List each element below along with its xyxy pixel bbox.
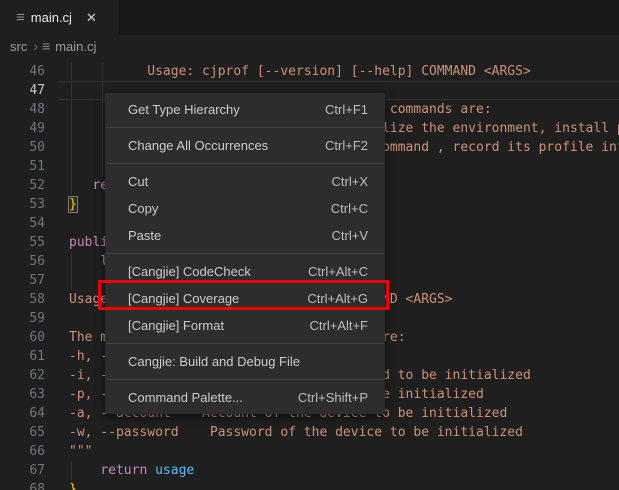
menu-item-command-palette[interactable]: Command Palette...Ctrl+Shift+P xyxy=(105,384,385,411)
menu-item-cut[interactable]: CutCtrl+X xyxy=(105,168,385,195)
menu-item-change-all-occurrences[interactable]: Change All OccurrencesCtrl+F2 xyxy=(105,132,385,159)
vscode-editor-window: ≡ main.cj ✕ src › ≡ main.cj 46 Usage: cj… xyxy=(0,0,619,490)
context-menu: Get Type HierarchyCtrl+F1 Change All Occu… xyxy=(105,93,385,414)
line-number[interactable]: 52 xyxy=(0,176,45,195)
code-line-65[interactable]: 65 -w, --password Password of the device … xyxy=(0,423,619,442)
code-text[interactable]: } xyxy=(69,480,77,490)
menu-item-label: Copy xyxy=(128,201,331,216)
file-icon: ≡ xyxy=(16,10,25,25)
line-number[interactable]: 47 xyxy=(0,81,45,100)
code-text[interactable]: """ xyxy=(69,442,92,461)
tab-main-cj[interactable]: ≡ main.cj ✕ xyxy=(0,0,118,35)
menu-separator xyxy=(106,127,384,128)
breadcrumb-folder[interactable]: src xyxy=(10,39,27,54)
code-line-66[interactable]: 66 """ xyxy=(0,442,619,461)
menu-item-label: [Cangjie] CodeCheck xyxy=(128,264,308,279)
line-number[interactable]: 57 xyxy=(0,271,45,290)
menu-item-label: Change All Occurrences xyxy=(128,138,325,153)
code-text[interactable]: return usage xyxy=(69,461,194,480)
code-line-68[interactable]: 68} xyxy=(0,480,619,490)
file-icon: ≡ xyxy=(42,39,50,53)
menu-item-paste[interactable]: PasteCtrl+V xyxy=(105,222,385,249)
tab-label: main.cj xyxy=(31,10,72,25)
line-number[interactable]: 62 xyxy=(0,366,45,385)
menu-item-cangjie-codecheck[interactable]: [Cangjie] CodeCheckCtrl+Alt+C xyxy=(105,258,385,285)
menu-item-cangjie-format[interactable]: [Cangjie] FormatCtrl+Alt+F xyxy=(105,312,385,339)
line-number[interactable]: 61 xyxy=(0,347,45,366)
code-text[interactable]: Usage: cjprof [--version] [--help] COMMA… xyxy=(69,62,531,81)
menu-item-shortcut: Ctrl+Shift+P xyxy=(298,390,368,405)
line-number[interactable]: 55 xyxy=(0,233,45,252)
menu-item-shortcut: Ctrl+Alt+F xyxy=(309,318,368,333)
menu-separator xyxy=(106,253,384,254)
menu-item-cangjie-build-and-debug-file[interactable]: Cangjie: Build and Debug File xyxy=(105,348,385,375)
breadcrumb: src › ≡ main.cj xyxy=(0,35,619,57)
close-tab-icon[interactable]: ✕ xyxy=(86,10,97,26)
breadcrumb-file[interactable]: main.cj xyxy=(55,39,96,54)
line-number[interactable]: 51 xyxy=(0,157,45,176)
line-number[interactable]: 64 xyxy=(0,404,45,423)
chevron-right-icon: › xyxy=(33,38,38,54)
menu-item-label: [Cangjie] Format xyxy=(128,318,309,333)
menu-item-shortcut: Ctrl+V xyxy=(332,228,368,243)
line-number[interactable]: 58 xyxy=(0,290,45,309)
menu-item-label: Cut xyxy=(128,174,332,189)
menu-item-shortcut: Ctrl+F2 xyxy=(325,138,368,153)
menu-item-cangjie-coverage[interactable]: [Cangjie] CoverageCtrl+Alt+G xyxy=(105,285,385,312)
line-number[interactable]: 56 xyxy=(0,252,45,271)
menu-item-label: Paste xyxy=(128,228,332,243)
menu-item-shortcut: Ctrl+X xyxy=(332,174,368,189)
menu-separator xyxy=(106,379,384,380)
line-number[interactable]: 49 xyxy=(0,119,45,138)
line-number[interactable]: 66 xyxy=(0,442,45,461)
menu-item-label: Command Palette... xyxy=(128,390,298,405)
line-number[interactable]: 46 xyxy=(0,62,45,81)
tab-bar: ≡ main.cj ✕ xyxy=(0,0,619,35)
menu-item-label: Cangjie: Build and Debug File xyxy=(128,354,368,369)
line-number[interactable]: 50 xyxy=(0,138,45,157)
line-number[interactable]: 67 xyxy=(0,461,45,480)
menu-separator xyxy=(106,343,384,344)
line-number[interactable]: 60 xyxy=(0,328,45,347)
line-number[interactable]: 53 xyxy=(0,195,45,214)
menu-item-shortcut: Ctrl+F1 xyxy=(325,102,368,117)
menu-item-label: Get Type Hierarchy xyxy=(128,102,325,117)
line-number[interactable]: 68 xyxy=(0,480,45,490)
menu-item-get-type-hierarchy[interactable]: Get Type HierarchyCtrl+F1 xyxy=(105,96,385,123)
menu-item-shortcut: Ctrl+Alt+C xyxy=(308,264,368,279)
code-line-67[interactable]: 67 return usage xyxy=(0,461,619,480)
line-number[interactable]: 48 xyxy=(0,100,45,119)
code-line-46[interactable]: 46 Usage: cjprof [--version] [--help] CO… xyxy=(0,62,619,81)
line-number[interactable]: 65 xyxy=(0,423,45,442)
line-number[interactable]: 59 xyxy=(0,309,45,328)
line-number[interactable]: 63 xyxy=(0,385,45,404)
menu-item-label: [Cangjie] Coverage xyxy=(128,291,307,306)
menu-item-shortcut: Ctrl+Alt+G xyxy=(307,291,368,306)
menu-separator xyxy=(106,163,384,164)
line-number[interactable]: 54 xyxy=(0,214,45,233)
code-text[interactable]: -w, --password Password of the device to… xyxy=(69,423,523,442)
code-text[interactable]: } xyxy=(69,195,77,214)
menu-item-shortcut: Ctrl+C xyxy=(331,201,368,216)
menu-item-copy[interactable]: CopyCtrl+C xyxy=(105,195,385,222)
